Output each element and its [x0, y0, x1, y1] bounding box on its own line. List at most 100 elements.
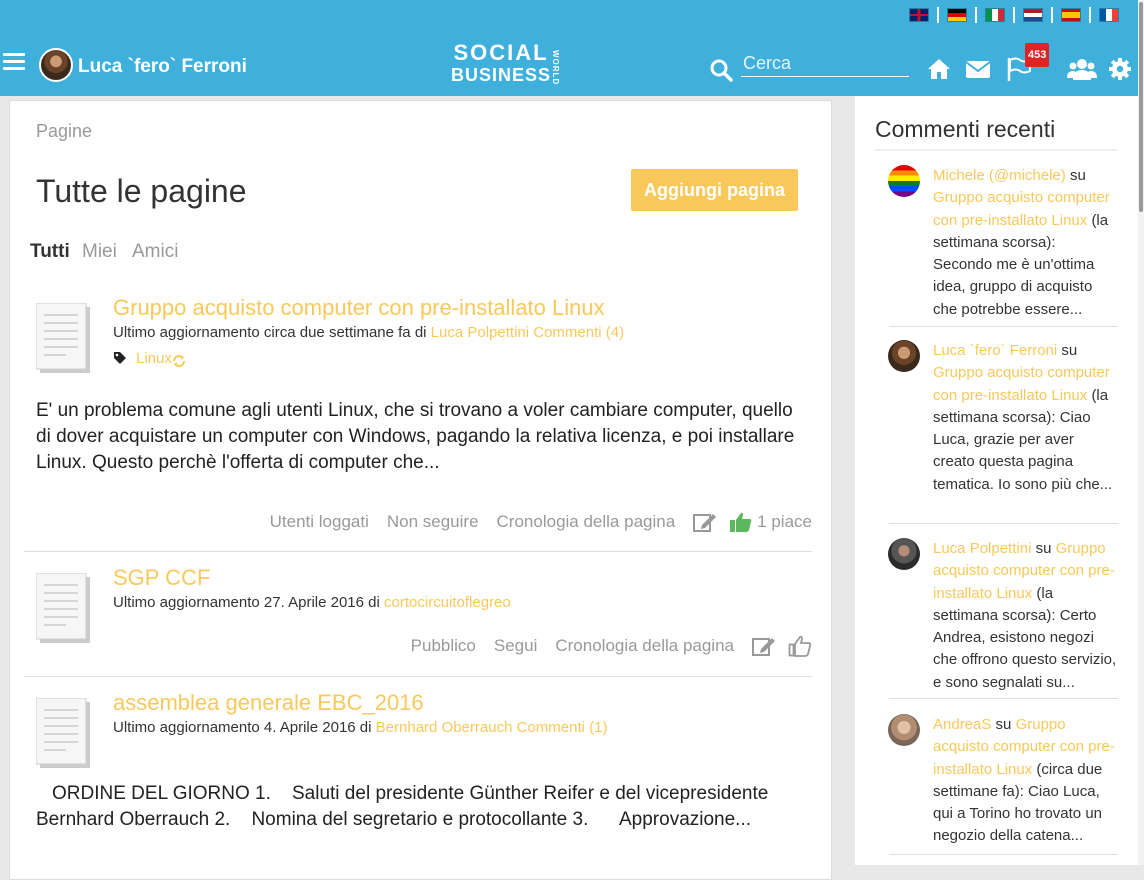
tag-row: Linux: [113, 348, 186, 368]
filter-all[interactable]: Tutti: [30, 241, 70, 263]
item-actions: Utenti loggati Non seguire Cronologia de…: [270, 511, 812, 533]
add-page-button[interactable]: Aggiungi pagina: [631, 169, 798, 211]
document-icon: [36, 698, 90, 768]
visibility-label[interactable]: Utenti loggati: [270, 512, 369, 532]
comment-header: Luca Polpettini su Gruppo acquisto compu…: [889, 538, 1118, 694]
comment-connector: su: [1069, 167, 1086, 184]
divider: [889, 523, 1118, 524]
comment-page-link[interactable]: Gruppo acquisto computer con pre-install…: [933, 364, 1110, 403]
likes-count: 1 piace: [757, 512, 812, 531]
document-icon: [36, 303, 90, 373]
avatar[interactable]: [888, 538, 920, 570]
thumbs-up-icon[interactable]: [729, 511, 753, 533]
divider: [889, 698, 1118, 699]
flag-nl-icon[interactable]: [1023, 8, 1043, 22]
search-icon[interactable]: [709, 58, 733, 82]
filter-mine[interactable]: Miei: [82, 241, 117, 263]
pages-panel: Pagine Tutte le pagine Aggiungi pagina T…: [9, 100, 832, 880]
unfollow-button[interactable]: Non seguire: [387, 512, 479, 532]
flag-es-icon[interactable]: [1061, 8, 1081, 22]
comment-author[interactable]: Michele (@michele): [933, 167, 1066, 184]
page-title-link[interactable]: SGP CCF: [113, 565, 210, 591]
comment-page-link[interactable]: Gruppo acquisto computer con pre-install…: [933, 189, 1110, 228]
page-excerpt: E' un problema comune agli utenti Linux,…: [36, 400, 795, 473]
page-title-link[interactable]: Gruppo acquisto computer con pre-install…: [113, 295, 605, 321]
logo-line1: SOCIAL: [453, 40, 549, 65]
list-item: Gruppo acquisto computer con pre-install…: [24, 293, 812, 543]
comment-item: Luca Polpettini su Gruppo acquisto compu…: [888, 538, 1118, 694]
history-link[interactable]: Cronologia della pagina: [497, 512, 676, 532]
scrollbar[interactable]: [1138, 0, 1144, 865]
mail-icon[interactable]: [965, 56, 991, 82]
page-title: Tutte le pagine: [36, 173, 247, 209]
scrollbar-thumb[interactable]: [1139, 2, 1143, 212]
flag-de-icon[interactable]: [947, 8, 967, 22]
avatar[interactable]: [888, 714, 920, 746]
comment-header: Luca `fero` Ferroni su Gruppo acquisto c…: [889, 340, 1118, 496]
author-link[interactable]: Luca Polpettini: [431, 324, 529, 341]
divider: [24, 551, 812, 552]
visibility-label[interactable]: Pubblico: [411, 636, 476, 656]
comments-link[interactable]: Commenti (1): [517, 719, 608, 736]
flag-fr-icon[interactable]: [1099, 8, 1119, 22]
author-link[interactable]: Bernhard Oberrauch: [376, 719, 513, 736]
page-meta: Ultimo aggiornamento circa due settimane…: [113, 324, 624, 341]
comments-link[interactable]: Commenti (4): [533, 324, 624, 341]
author-link[interactable]: cortocircuitoflegreo: [384, 594, 511, 611]
top-navbar: Luca `fero` Ferroni SOCIAL BUSINESS WORL…: [0, 0, 1138, 96]
comment-header: AndreaS su Gruppo acquisto computer con …: [889, 714, 1118, 848]
site-logo[interactable]: SOCIAL BUSINESS WORLD: [443, 40, 560, 88]
tag-link[interactable]: Linux: [136, 350, 172, 367]
breadcrumb[interactable]: Pagine: [36, 121, 92, 142]
avatar[interactable]: [39, 48, 73, 82]
menu-icon[interactable]: [3, 53, 25, 71]
sidebar-title: Commenti recenti: [875, 116, 1056, 142]
comment-author[interactable]: Luca `fero` Ferroni: [933, 342, 1057, 359]
divider: [889, 326, 1118, 327]
logo-side: WORLD: [551, 50, 560, 86]
history-link[interactable]: Cronologia della pagina: [555, 636, 734, 656]
logo-line2: BUSINESS: [450, 65, 552, 85]
page-excerpt: ORDINE DEL GIORNO 1. Saluti del presiden…: [36, 783, 774, 830]
home-icon[interactable]: [926, 56, 952, 82]
gear-icon[interactable]: [1108, 56, 1132, 82]
refresh-icon[interactable]: [172, 354, 186, 368]
comment-item: Michele (@michele) su Gruppo acquisto co…: [888, 165, 1118, 321]
edit-icon[interactable]: [693, 511, 717, 533]
users-icon[interactable]: [1067, 56, 1097, 82]
comment-item: Luca `fero` Ferroni su Gruppo acquisto c…: [888, 340, 1118, 496]
username[interactable]: Luca `fero` Ferroni: [78, 56, 247, 78]
comment-connector: su: [1035, 540, 1052, 557]
notifications-badge[interactable]: 453: [1025, 43, 1050, 67]
divider: [24, 676, 812, 677]
meta-prefix: Ultimo aggiornamento 4. Aprile 2016 di: [113, 719, 372, 736]
meta-prefix: Ultimo aggiornamento circa due settimane…: [113, 324, 427, 341]
divider: [889, 854, 1118, 855]
comment-connector: su: [995, 716, 1012, 733]
thumbs-up-icon[interactable]: [788, 635, 812, 657]
document-icon: [36, 573, 90, 643]
edit-icon[interactable]: [752, 635, 776, 657]
page-title-link[interactable]: assemblea generale EBC_2016: [113, 690, 424, 716]
comment-item: AndreaS su Gruppo acquisto computer con …: [888, 714, 1118, 848]
avatar[interactable]: [888, 340, 920, 372]
like-control[interactable]: 1 piace: [729, 511, 812, 533]
recent-comments-sidebar: Commenti recenti Michele (@michele) su G…: [855, 96, 1144, 865]
comment-header: Michele (@michele) su Gruppo acquisto co…: [889, 165, 1118, 321]
tag-icon: [114, 352, 126, 364]
flag-en-icon[interactable]: [909, 8, 929, 22]
language-switcher: [904, 7, 1124, 23]
search-input[interactable]: [741, 50, 909, 77]
filter-friends[interactable]: Amici: [132, 241, 178, 263]
list-item: assemblea generale EBC_2016 Ultimo aggio…: [24, 688, 812, 858]
flag-it-icon[interactable]: [985, 8, 1005, 22]
comment-author[interactable]: AndreaS: [933, 716, 991, 733]
item-actions: Pubblico Segui Cronologia della pagina: [411, 635, 812, 657]
meta-prefix: Ultimo aggiornamento 27. Aprile 2016 di: [113, 594, 380, 611]
list-item: SGP CCF Ultimo aggiornamento 27. Aprile …: [24, 563, 812, 673]
comment-connector: su: [1061, 342, 1078, 359]
avatar[interactable]: [888, 165, 920, 197]
follow-button[interactable]: Segui: [494, 636, 537, 656]
comment-author[interactable]: Luca Polpettini: [933, 540, 1031, 557]
divider: [875, 149, 1117, 151]
